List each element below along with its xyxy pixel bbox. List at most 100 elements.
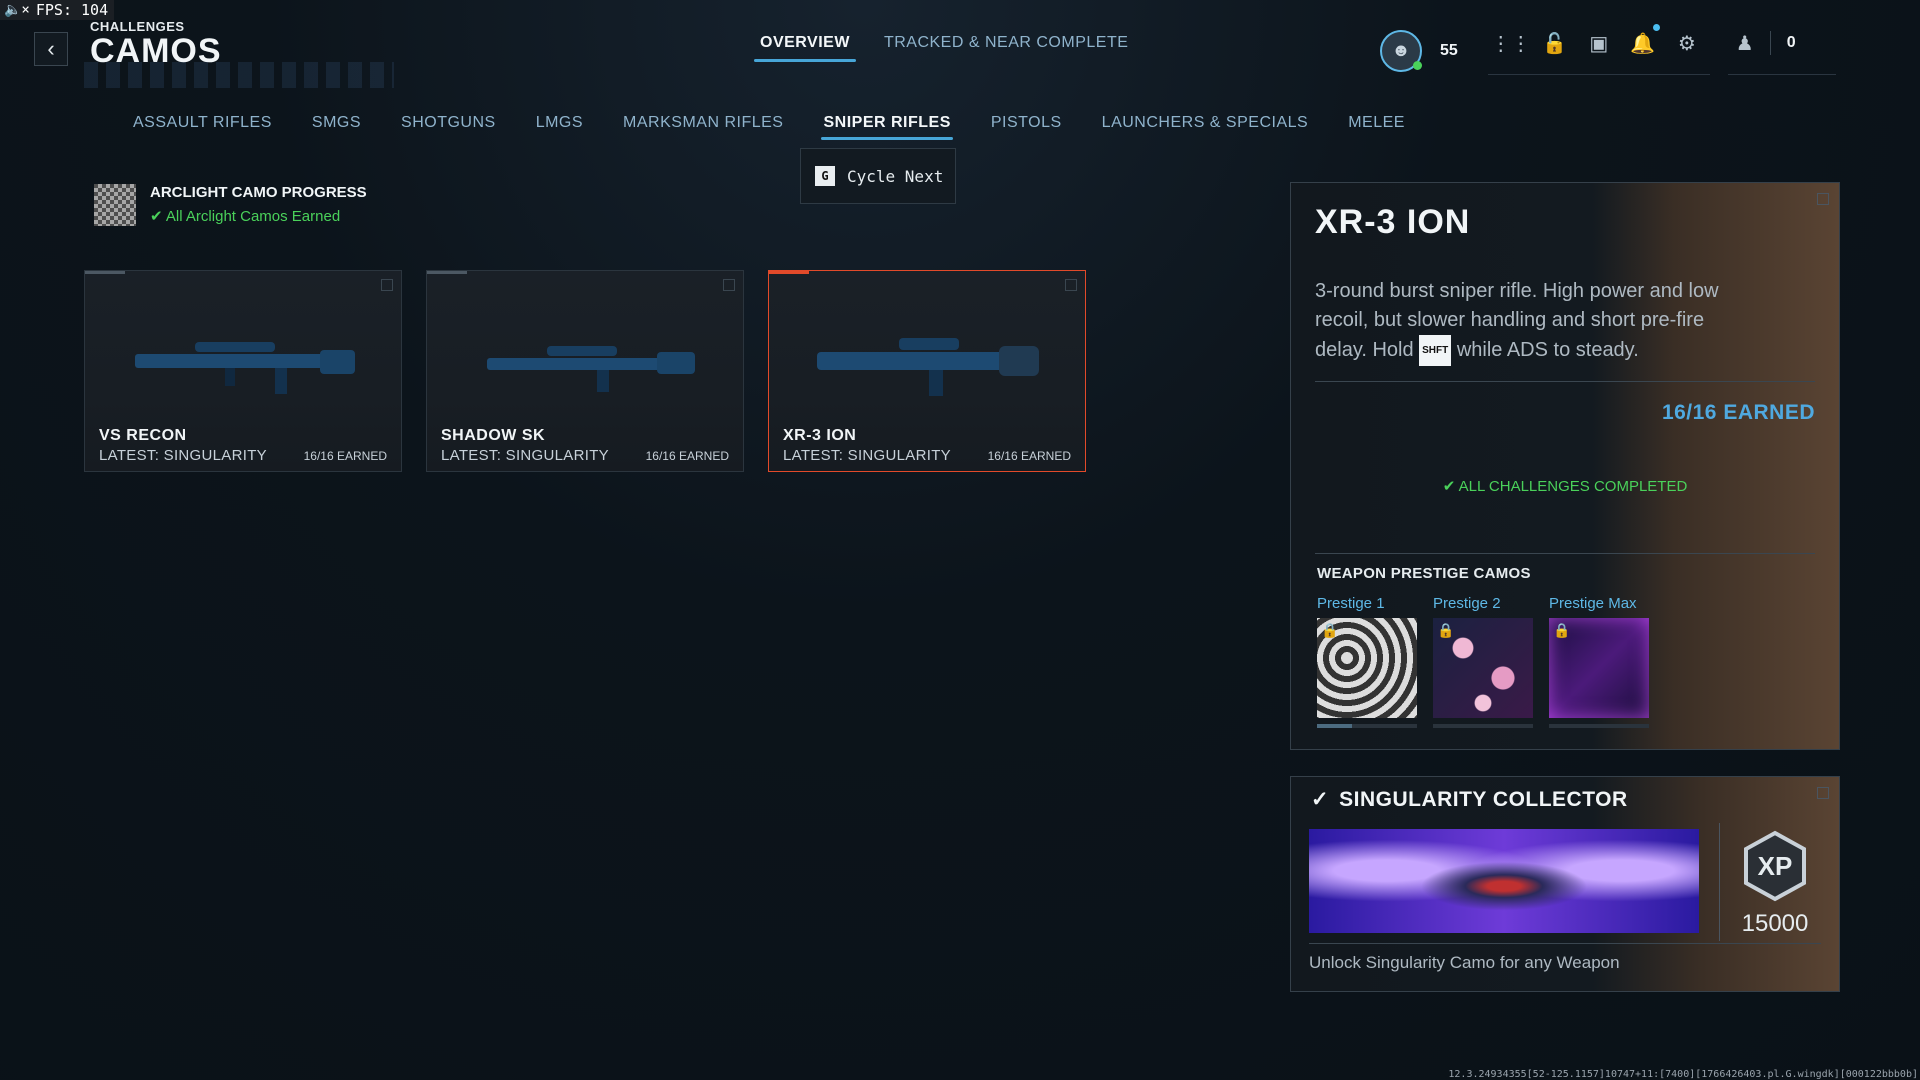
weapon-card-list: VS RECON LATEST: SINGULARITY 16/16 EARNE… xyxy=(84,270,1086,472)
check-icon: ✔ xyxy=(150,208,166,225)
sniper-rifle-icon xyxy=(817,338,1039,396)
check-icon: ✓ xyxy=(1311,788,1330,811)
prestige-camo-swatch: 🔒 xyxy=(1549,618,1649,718)
nav-icon-bar: ⋮⋮ 🔓 ▣ 🔔 ⚙ xyxy=(1487,24,1710,75)
card-progress-bar xyxy=(769,271,809,274)
cycle-next-tooltip[interactable]: G Cycle Next xyxy=(800,148,956,204)
divider xyxy=(1315,381,1815,382)
card-corner-icon xyxy=(381,279,393,291)
card-corner-icon xyxy=(723,279,735,291)
collector-description: Unlock Singularity Camo for any Weapon xyxy=(1309,953,1620,972)
sniper-rifle-icon xyxy=(135,342,355,394)
camera-icon[interactable]: ▣ xyxy=(1586,30,1612,56)
separator xyxy=(1769,31,1771,55)
back-button[interactable]: ‹ xyxy=(34,32,68,66)
lock-icon: 🔒 xyxy=(1553,622,1571,638)
prestige-camo-max[interactable]: Prestige Max 🔒 xyxy=(1549,595,1649,728)
prestige-camos-title: WEAPON PRESTIGE CAMOS xyxy=(1317,565,1531,582)
xp-amount: 15000 xyxy=(1741,910,1809,937)
singularity-reward-image xyxy=(1309,829,1699,933)
singularity-collector-panel[interactable]: ✓ SINGULARITY COLLECTOR XP 15000 Unlock … xyxy=(1290,776,1840,992)
avatar[interactable]: ☻ xyxy=(1380,29,1422,72)
tab-pistols[interactable]: PISTOLS xyxy=(991,114,1062,140)
lock-icon: 🔒 xyxy=(1321,622,1339,638)
tab-assault-rifles[interactable]: ASSAULT RIFLES xyxy=(133,114,272,140)
notification-dot xyxy=(1652,24,1660,31)
divider xyxy=(1315,553,1815,554)
weapon-earned-count: 16/16 EARNED xyxy=(987,449,1071,463)
svg-text:XP: XP xyxy=(1758,851,1793,881)
chevron-left-icon: ‹ xyxy=(47,36,55,61)
fps-label: FPS: 104 xyxy=(35,1,109,19)
detail-description: 3-round burst sniper rifle. High power a… xyxy=(1315,277,1745,366)
prestige-camo-2[interactable]: Prestige 2 🔒 xyxy=(1433,595,1533,728)
shift-key-icon: SHFT xyxy=(1419,335,1452,366)
divider xyxy=(1309,943,1821,944)
online-status-dot xyxy=(1413,60,1422,70)
tab-launchers-specials[interactable]: LAUNCHERS & SPECIALS xyxy=(1102,114,1309,140)
weapon-card-xr-3-ion[interactable]: XR-3 ION LATEST: SINGULARITY 16/16 EARNE… xyxy=(768,270,1086,472)
arclight-camo-thumbnail xyxy=(94,184,136,226)
arclight-title: ARCLIGHT CAMO PROGRESS xyxy=(150,184,367,201)
card-corner-icon xyxy=(1065,279,1077,291)
card-progress-bar xyxy=(427,271,467,274)
weapon-name: SHADOW SK xyxy=(441,427,546,444)
tab-sniper-rifles[interactable]: SNIPER RIFLES xyxy=(821,114,954,140)
prestige-label: Prestige 1 xyxy=(1317,595,1385,612)
weapon-detail-panel: XR-3 ION 3-round burst sniper rifle. Hig… xyxy=(1290,182,1840,750)
check-icon: ✔ xyxy=(1442,478,1459,495)
card-progress-bar xyxy=(85,271,125,274)
weapon-name: VS RECON xyxy=(99,427,187,444)
weapon-card-vs-recon[interactable]: VS RECON LATEST: SINGULARITY 16/16 EARNE… xyxy=(84,270,402,472)
party-icon[interactable]: ♟ xyxy=(1736,31,1754,56)
cycle-next-label: Cycle Next xyxy=(847,166,944,186)
prestige-progress-bar xyxy=(1549,724,1649,728)
tab-marksman-rifles[interactable]: MARKSMAN RIFLES xyxy=(623,114,783,140)
sniper-rifle-icon xyxy=(487,346,695,392)
weapon-latest-camo: LATEST: SINGULARITY xyxy=(99,447,267,464)
unlock-icon[interactable]: 🔓 xyxy=(1542,30,1568,56)
notification-bell-icon[interactable]: 🔔 xyxy=(1630,24,1660,56)
detail-earned-count: 16/16 EARNED xyxy=(1661,401,1815,424)
prestige-progress-bar xyxy=(1433,724,1533,728)
tab-melee[interactable]: MELEE xyxy=(1348,114,1405,140)
build-info: 12.3.24934355[52-125.1157]10747+11:[7400… xyxy=(1448,1069,1918,1080)
prestige-camo-1[interactable]: Prestige 1 🔒 xyxy=(1317,595,1417,728)
player-emblem-icon: ☻ xyxy=(1391,40,1411,60)
weapon-card-shadow-sk[interactable]: SHADOW SK LATEST: SINGULARITY 16/16 EARN… xyxy=(426,270,744,472)
top-tabs: OVERVIEW TRACKED & NEAR COMPLETE xyxy=(754,34,1128,62)
prestige-camo-list: Prestige 1 🔒 Prestige 2 🔒 Prestige Max 🔒 xyxy=(1317,595,1649,728)
panel-corner-icon xyxy=(1817,787,1829,799)
weapon-earned-count: 16/16 EARNED xyxy=(645,449,729,463)
tab-shotguns[interactable]: SHOTGUNS xyxy=(401,114,496,140)
gear-icon[interactable]: ⚙ xyxy=(1674,30,1700,56)
weapon-category-tabs: ASSAULT RIFLES SMGS SHOTGUNS LMGS MARKSM… xyxy=(133,114,1405,140)
social-wallet: ♟ 0 xyxy=(1727,26,1836,75)
all-challenges-text: ALL CHALLENGES COMPLETED xyxy=(1458,478,1688,495)
panel-corner-icon xyxy=(1817,193,1829,205)
mute-icon: 🔈× xyxy=(4,2,30,18)
prestige-camo-swatch: 🔒 xyxy=(1433,618,1533,718)
collector-title-text: SINGULARITY COLLECTOR xyxy=(1339,787,1628,811)
xp-reward: XP 15000 xyxy=(1719,823,1830,941)
grid-menu-icon[interactable]: ⋮⋮ xyxy=(1491,30,1531,56)
weapon-latest-camo: LATEST: SINGULARITY xyxy=(783,447,951,464)
weapon-earned-count: 16/16 EARNED xyxy=(303,449,387,463)
party-count: 0 xyxy=(1786,34,1796,51)
title-decoration xyxy=(84,62,394,88)
prestige-label: Prestige 2 xyxy=(1433,595,1501,612)
prestige-progress-bar xyxy=(1317,724,1417,728)
xp-icon: XP xyxy=(1744,830,1806,902)
tab-overview[interactable]: OVERVIEW xyxy=(754,34,856,62)
collector-title: ✓ SINGULARITY COLLECTOR xyxy=(1311,787,1628,812)
description-text-end: while ADS to steady. xyxy=(1456,338,1639,361)
arclight-status: ✔ All Arclight Camos Earned xyxy=(150,207,367,225)
player-level: 55 xyxy=(1440,41,1458,59)
lock-icon: 🔒 xyxy=(1437,622,1455,638)
weapon-latest-camo: LATEST: SINGULARITY xyxy=(441,447,609,464)
arclight-status-text: All Arclight Camos Earned xyxy=(165,208,341,225)
arclight-progress[interactable]: ARCLIGHT CAMO PROGRESS ✔ All Arclight Ca… xyxy=(94,184,367,226)
tab-smgs[interactable]: SMGS xyxy=(312,114,361,140)
tab-tracked-near-complete[interactable]: TRACKED & NEAR COMPLETE xyxy=(884,34,1128,62)
tab-lmgs[interactable]: LMGS xyxy=(536,114,583,140)
